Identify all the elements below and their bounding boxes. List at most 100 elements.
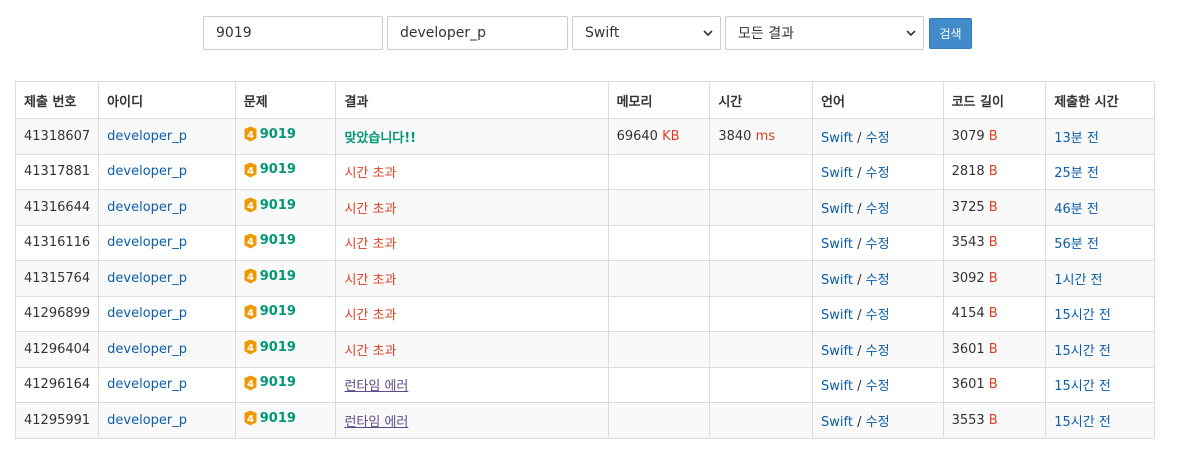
tier-level: 4 xyxy=(247,237,254,248)
result-tle: 시간 초과 xyxy=(344,237,397,253)
separator: / xyxy=(852,201,866,217)
tier-level: 4 xyxy=(247,130,254,141)
user-link[interactable]: developer_p xyxy=(107,306,187,321)
code-length-cell: 3601 B xyxy=(942,331,1047,368)
submitted-time-link[interactable]: 46분 전 xyxy=(1054,202,1099,217)
gold-tier-icon: 4 xyxy=(244,268,257,284)
code-length-value: 2818 xyxy=(951,164,985,180)
language-link[interactable]: Swift xyxy=(821,237,853,252)
code-length-value: 3553 xyxy=(951,412,985,428)
code-length-cell: 3553 B xyxy=(942,402,1047,439)
gold-tier-icon: 4 xyxy=(244,162,257,178)
problem-number: 9019 xyxy=(259,126,296,142)
problem-number: 9019 xyxy=(259,268,296,284)
problem-link[interactable]: 4 9019 xyxy=(244,197,296,213)
language-link[interactable]: Swift xyxy=(821,202,853,217)
user-link[interactable]: developer_p xyxy=(107,129,187,144)
submitted-time-link[interactable]: 13분 전 xyxy=(1054,131,1099,146)
edit-link[interactable]: 수정 xyxy=(866,273,890,288)
edit-link[interactable]: 수정 xyxy=(866,166,890,181)
submitted-time-link[interactable]: 1시간 전 xyxy=(1054,273,1102,288)
language-link[interactable]: Swift xyxy=(821,379,853,394)
language-cell: Swift / 수정 xyxy=(812,331,944,368)
status-page: 9019 developer_p Swift 모든 결과 검색 제출 번호 아이… xyxy=(0,0,1179,452)
header-code-length: 코드 길이 xyxy=(942,81,1047,119)
code-length-unit: B xyxy=(988,377,998,393)
language-link[interactable]: Swift xyxy=(821,131,853,146)
language-cell: Swift / 수정 xyxy=(812,260,944,297)
separator: / xyxy=(852,308,866,324)
separator: / xyxy=(852,414,866,430)
problem-link[interactable]: 4 9019 xyxy=(244,162,296,178)
time-cell xyxy=(709,295,814,332)
code-length-unit: B xyxy=(988,235,998,251)
submitted-time-link[interactable]: 15시간 전 xyxy=(1054,308,1111,323)
submitted-time-link[interactable]: 15시간 전 xyxy=(1054,344,1111,359)
code-length-unit: B xyxy=(988,199,998,215)
time-cell xyxy=(709,331,814,368)
language-cell: Swift / 수정 xyxy=(812,295,944,332)
language-select[interactable]: Swift xyxy=(572,16,721,50)
table-header-row: 제출 번호 아이디 문제 결과 메모리 시간 언어 코드 길이 제출한 시간 xyxy=(14,81,1155,119)
language-link[interactable]: Swift xyxy=(821,166,853,181)
user-link[interactable]: developer_p xyxy=(107,342,187,357)
edit-link[interactable]: 수정 xyxy=(866,308,890,323)
code-length-cell: 3079 B xyxy=(942,118,1047,155)
header-time: 시간 xyxy=(709,81,814,119)
user-link[interactable]: developer_p xyxy=(107,164,187,179)
language-link[interactable]: Swift xyxy=(821,344,853,359)
problem-number: 9019 xyxy=(259,233,296,249)
submission-id: 41295991 xyxy=(14,402,100,439)
problem-link[interactable]: 4 9019 xyxy=(244,268,296,284)
language-link[interactable]: Swift xyxy=(821,273,853,288)
memory-cell xyxy=(607,331,711,368)
language-link[interactable]: Swift xyxy=(821,415,853,430)
code-length-cell: 2818 B xyxy=(942,153,1047,190)
submitted-time-link[interactable]: 15시간 전 xyxy=(1054,379,1111,394)
user-link[interactable]: developer_p xyxy=(107,200,187,215)
submitted-time-link[interactable]: 56분 전 xyxy=(1054,237,1099,252)
edit-link[interactable]: 수정 xyxy=(866,202,890,217)
table-row: 41316644 developer_p 4 9019 시간 초과 Swift / 수정 3… xyxy=(14,189,1155,226)
language-cell: Swift / 수정 xyxy=(812,153,944,190)
problem-link[interactable]: 4 9019 xyxy=(244,410,296,426)
status-table: 제출 번호 아이디 문제 결과 메모리 시간 언어 코드 길이 제출한 시간 4… xyxy=(14,81,1155,439)
memory-cell xyxy=(607,402,711,439)
separator: / xyxy=(852,343,866,359)
tier-level: 4 xyxy=(247,308,254,319)
user-link[interactable]: developer_p xyxy=(107,235,187,250)
problem-id-input[interactable]: 9019 xyxy=(203,16,383,50)
problem-link[interactable]: 4 9019 xyxy=(244,126,296,142)
submitted-time-link[interactable]: 15시간 전 xyxy=(1054,415,1111,430)
table-row: 41316116 developer_p 4 9019 시간 초과 Swift / 수정 3… xyxy=(14,224,1155,261)
submitted-time-link[interactable]: 25분 전 xyxy=(1054,166,1099,181)
time-cell xyxy=(709,260,814,297)
time-cell xyxy=(709,366,814,403)
memory-cell xyxy=(607,366,711,403)
memory-cell xyxy=(607,295,711,332)
user-link[interactable]: developer_p xyxy=(107,377,187,392)
header-result: 결과 xyxy=(335,81,609,119)
edit-link[interactable]: 수정 xyxy=(866,131,890,146)
code-length-value: 4154 xyxy=(951,306,985,322)
problem-link[interactable]: 4 9019 xyxy=(244,304,296,320)
edit-link[interactable]: 수정 xyxy=(866,344,890,359)
tier-level: 4 xyxy=(247,272,254,283)
code-length-cell: 4154 B xyxy=(942,295,1047,332)
result-select[interactable]: 모든 결과 xyxy=(725,16,924,50)
edit-link[interactable]: 수정 xyxy=(866,237,890,252)
problem-number: 9019 xyxy=(259,304,296,320)
problem-link[interactable]: 4 9019 xyxy=(244,375,296,391)
submission-id: 41317881 xyxy=(14,153,100,190)
user-link[interactable]: developer_p xyxy=(107,413,187,428)
result-rte[interactable]: 런타임 에러 xyxy=(344,415,408,430)
problem-link[interactable]: 4 9019 xyxy=(244,233,296,249)
edit-link[interactable]: 수정 xyxy=(866,379,890,394)
search-button[interactable]: 검색 xyxy=(929,17,972,49)
edit-link[interactable]: 수정 xyxy=(866,415,890,430)
user-link[interactable]: developer_p xyxy=(107,271,187,286)
problem-link[interactable]: 4 9019 xyxy=(244,339,296,355)
result-rte[interactable]: 런타임 에러 xyxy=(344,379,408,394)
language-link[interactable]: Swift xyxy=(821,308,853,323)
user-id-input[interactable]: developer_p xyxy=(387,16,568,50)
